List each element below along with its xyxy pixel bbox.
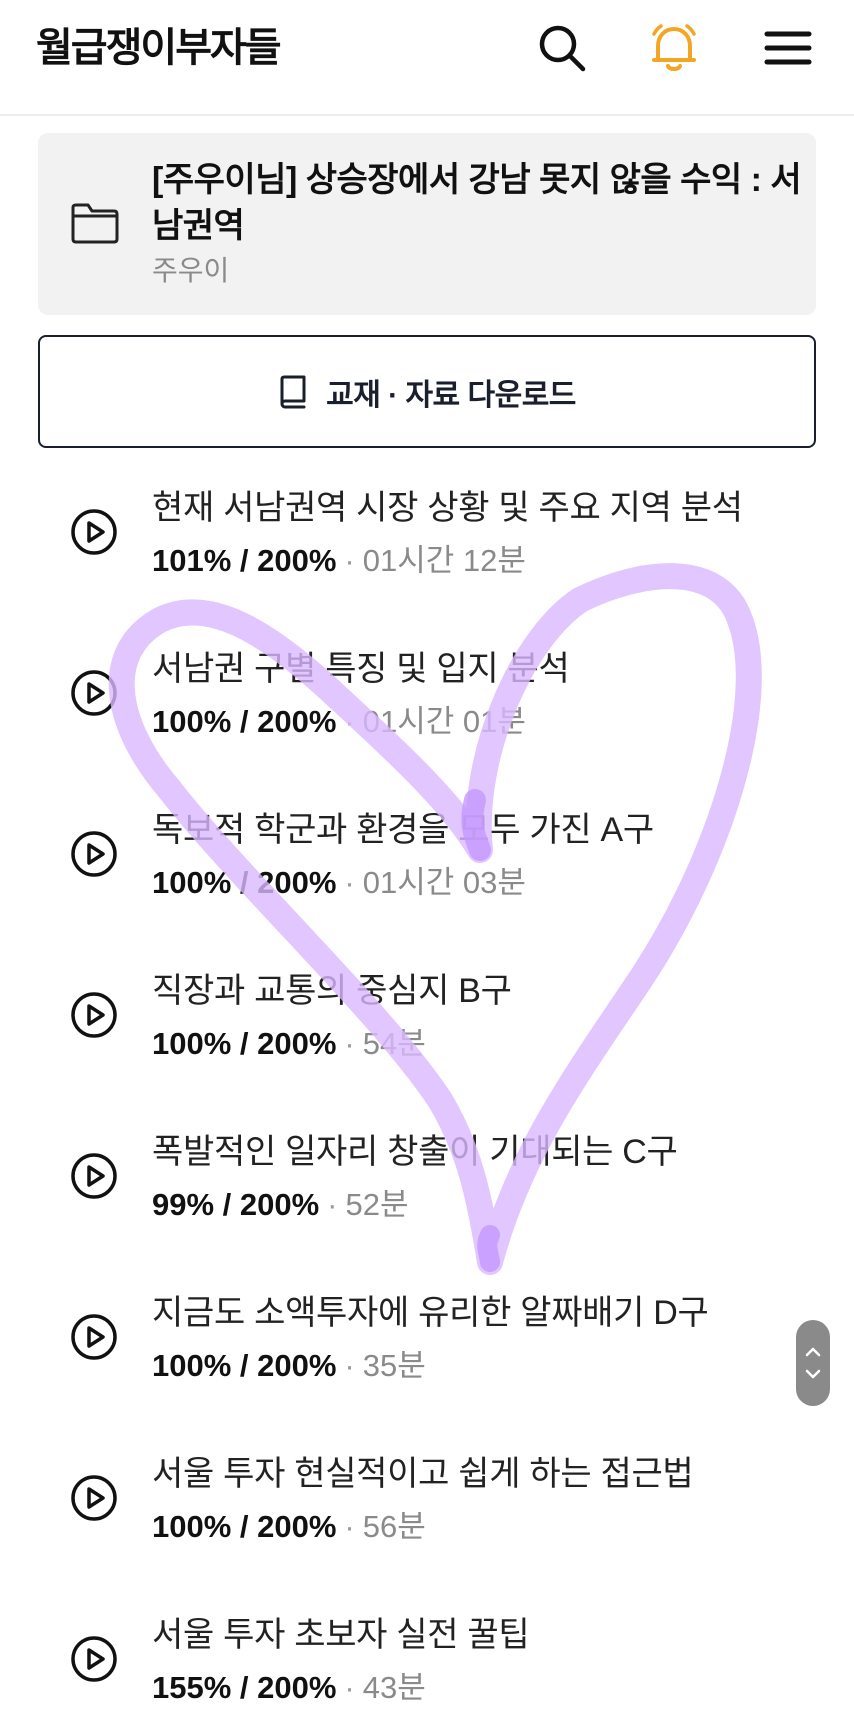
lesson-duration: 43분 <box>362 1670 426 1705</box>
lesson-title: 서울 투자 현실적이고 쉽게 하는 접근법 <box>152 1455 694 1493</box>
lesson-progress: 100% / 200% <box>152 1509 337 1544</box>
menu-icon <box>764 31 812 65</box>
lesson-title: 서남권 구별 특징 및 입지 분석 <box>152 650 570 688</box>
lesson-progress: 100% / 200% <box>152 1026 337 1061</box>
lesson-meta: 100% / 200% · 01시간 03분 <box>152 862 526 904</box>
folder-icon <box>71 203 119 244</box>
lesson-meta: 100% / 200% · 01시간 01분 <box>152 701 526 743</box>
lesson-progress: 101% / 200% <box>152 543 337 578</box>
lesson-item[interactable]: 폭발적인 일자리 창출이 기대되는 C구 99% / 200% · 52분 <box>0 1114 854 1275</box>
lesson-duration: 01시간 03분 <box>362 865 526 900</box>
meta-separator: · <box>344 1026 355 1061</box>
book-icon <box>280 375 306 408</box>
lesson-meta: 101% / 200% · 01시간 12분 <box>152 540 526 582</box>
meta-separator: · <box>344 704 355 739</box>
play-circle-icon[interactable] <box>70 991 118 1039</box>
lesson-duration: 01시간 01분 <box>362 704 526 739</box>
lesson-meta: 100% / 200% · 54분 <box>152 1023 426 1065</box>
app-logo[interactable]: 월급쟁이부자들 <box>36 24 282 72</box>
lesson-item[interactable]: 서울 투자 현실적이고 쉽게 하는 접근법 100% / 200% · 56분 <box>0 1436 854 1597</box>
play-circle-icon[interactable] <box>70 830 118 878</box>
play-circle-icon[interactable] <box>70 669 118 717</box>
meta-separator: · <box>344 1348 355 1383</box>
lesson-duration: 54분 <box>362 1026 426 1061</box>
search-button[interactable] <box>536 22 588 74</box>
notification-button[interactable] <box>648 22 700 74</box>
lesson-progress: 100% / 200% <box>152 1348 337 1383</box>
lesson-duration: 52분 <box>345 1187 409 1222</box>
play-circle-icon[interactable] <box>70 1152 118 1200</box>
chevron-up-icon[interactable] <box>804 1346 822 1358</box>
lesson-progress: 100% / 200% <box>152 704 337 739</box>
course-title: [주우이님] 상승장에서 강남 못지 않을 수익 : 서남권역 <box>152 161 802 245</box>
lesson-list: 현재 서남권역 시장 상황 및 주요 지역 분석 101% / 200% · 01시… <box>0 470 854 1736</box>
lesson-title: 서울 투자 초보자 실전 꿀팁 <box>152 1616 530 1654</box>
play-circle-icon[interactable] <box>70 1474 118 1522</box>
lesson-progress: 155% / 200% <box>152 1670 337 1705</box>
meta-separator: · <box>327 1187 338 1222</box>
play-circle-icon[interactable] <box>70 1313 118 1361</box>
lesson-item[interactable]: 현재 서남권역 시장 상황 및 주요 지역 분석 101% / 200% · 01시… <box>0 470 854 631</box>
chevron-down-icon[interactable] <box>804 1368 822 1380</box>
lesson-title: 현재 서남권역 시장 상황 및 주요 지역 분석 <box>152 489 743 527</box>
lesson-title: 폭발적인 일자리 창출이 기대되는 C구 <box>152 1133 678 1171</box>
lesson-meta: 155% / 200% · 43분 <box>152 1667 426 1709</box>
lesson-title: 직장과 교통의 중심지 B구 <box>152 972 512 1010</box>
lesson-progress: 100% / 200% <box>152 865 337 900</box>
course-author: 주우이 <box>152 255 230 286</box>
play-circle-icon[interactable] <box>70 1635 118 1683</box>
lesson-item[interactable]: 직장과 교통의 중심지 B구 100% / 200% · 54분 <box>0 953 854 1114</box>
lesson-title: 독보적 학군과 환경을 모두 가진 A구 <box>152 811 654 849</box>
lesson-item[interactable]: 서울 투자 초보자 실전 꿀팁 155% / 200% · 43분 <box>0 1597 854 1736</box>
lesson-item[interactable]: 독보적 학군과 환경을 모두 가진 A구 100% / 200% · 01시간 03… <box>0 792 854 953</box>
search-icon <box>539 25 586 72</box>
download-materials-button[interactable]: 교재 · 자료 다운로드 <box>38 335 816 448</box>
lesson-item[interactable]: 서남권 구별 특징 및 입지 분석 100% / 200% · 01시간 01분 <box>0 631 854 792</box>
lesson-title: 지금도 소액투자에 유리한 알짜배기 D구 <box>152 1294 709 1332</box>
download-label: 교재 · 자료 다운로드 <box>326 378 576 412</box>
meta-separator: · <box>344 865 355 900</box>
lesson-meta: 99% / 200% · 52분 <box>152 1184 409 1226</box>
scroll-control[interactable] <box>796 1320 830 1406</box>
meta-separator: · <box>344 1509 355 1544</box>
menu-button[interactable] <box>762 22 814 74</box>
lesson-meta: 100% / 200% · 56분 <box>152 1506 426 1548</box>
lesson-item[interactable]: 지금도 소액투자에 유리한 알짜배기 D구 100% / 200% · 35분 <box>0 1275 854 1436</box>
lesson-duration: 01시간 12분 <box>362 543 526 578</box>
lesson-meta: 100% / 200% · 35분 <box>152 1345 426 1387</box>
course-card[interactable]: [주우이님] 상승장에서 강남 못지 않을 수익 : 서남권역 주우이 <box>38 133 816 315</box>
lesson-duration: 56분 <box>362 1509 426 1544</box>
lesson-duration: 35분 <box>362 1348 426 1383</box>
meta-separator: · <box>344 1670 355 1705</box>
top-header: 월급쟁이부자들 <box>0 0 854 116</box>
meta-separator: · <box>344 543 355 578</box>
lecture-page: 월급쟁이부자들 [주우이님] 상승장에서 강남 못지 않을 수익: 서남권역 … <box>0 0 854 1736</box>
bell-icon <box>652 24 696 71</box>
play-circle-icon[interactable] <box>70 508 118 556</box>
lesson-progress: 99% / 200% <box>152 1187 320 1222</box>
